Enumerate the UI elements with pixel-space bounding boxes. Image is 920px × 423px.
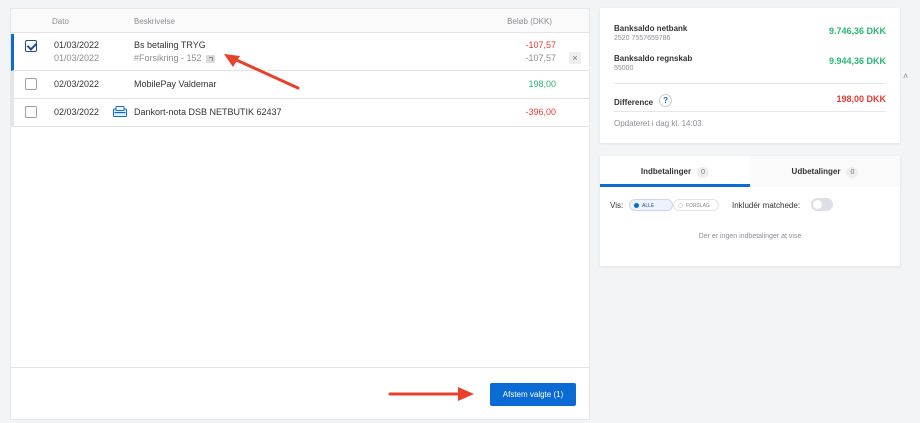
row-sub-amount: -107,57 bbox=[525, 53, 556, 63]
radio-dot-icon bbox=[678, 203, 683, 209]
row-date: 02/03/2022 bbox=[54, 107, 100, 117]
tab-label: Udbetalinger bbox=[791, 167, 841, 176]
ledger-balance-row: Banksaldo regnskab 55000 9.944,36 DKK bbox=[614, 54, 886, 72]
updated-timestamp: Opdateret i dag kl. 14:03. bbox=[614, 119, 704, 128]
ledger-balance-value: 9.944,36 DKK bbox=[828, 56, 886, 66]
filter-option-label: FORSLAG bbox=[686, 203, 710, 209]
table-row[interactable]: 02/03/2022 Dankort-nota DSB NETBUTIK 624… bbox=[11, 99, 589, 127]
unmatch-close-icon[interactable]: × bbox=[569, 52, 581, 64]
filter-option-label: ALLE bbox=[642, 203, 655, 209]
radio-dot-icon bbox=[634, 203, 639, 209]
row-description: Bs betaling TRYG bbox=[134, 40, 206, 50]
balance-card: Banksaldo netbank 2520 7557659786 9.746,… bbox=[600, 8, 900, 143]
difference-value: 198,00 DKK bbox=[836, 94, 886, 104]
empty-state-message: Der er ingen indbetalinger at vise bbox=[698, 233, 802, 240]
card-icon bbox=[113, 106, 127, 117]
ledger-account-number: 55000 bbox=[614, 65, 634, 72]
reconcile-selected-button[interactable]: Afstem valgte (1) bbox=[490, 383, 576, 406]
column-header-date: Dato bbox=[52, 17, 69, 26]
payments-card: Indbetalinger 0 Udbetalinger 0 Vis: ALLE F… bbox=[600, 156, 900, 266]
annotation-arrow-icon bbox=[224, 54, 300, 90]
table-header: Dato Beskrivelse Beløb (DKK) bbox=[11, 9, 589, 33]
row-amount: 198,00 bbox=[528, 79, 556, 89]
help-icon[interactable]: ? bbox=[659, 94, 673, 108]
column-header-amount: Beløb (DKK) bbox=[507, 17, 552, 26]
difference-label: Difference bbox=[614, 98, 654, 107]
filter-option-suggestions[interactable]: FORSLAG bbox=[673, 199, 719, 211]
row-description: MobilePay Valdemar bbox=[134, 79, 217, 89]
bank-balance-row: Banksaldo netbank 2520 7557659786 9.746,… bbox=[614, 24, 886, 42]
tab-label: Indbetalinger bbox=[640, 167, 692, 176]
row-category-tag: #Forsikring - 152 bbox=[134, 53, 202, 63]
bank-account-number: 2520 7557659786 bbox=[614, 35, 671, 42]
row-date: 02/03/2022 bbox=[54, 79, 100, 89]
row-sub-date: 01/03/2022 bbox=[54, 53, 100, 63]
tab-withdrawals[interactable]: Udbetalinger 0 bbox=[750, 156, 900, 187]
bank-balance-value: 9.746,36 DKK bbox=[828, 26, 886, 36]
row-amount: -396,00 bbox=[525, 107, 556, 117]
annotation-arrow-icon bbox=[388, 387, 474, 401]
row-checkbox[interactable] bbox=[25, 106, 37, 118]
row-sub-description: #Forsikring - 152 bbox=[134, 53, 215, 63]
open-link-icon[interactable] bbox=[205, 54, 215, 63]
row-amount: -107,57 bbox=[525, 40, 556, 50]
include-matched-toggle[interactable] bbox=[811, 198, 833, 211]
count-badge: 0 bbox=[697, 167, 710, 178]
include-matched-label: Inkludér matchede: bbox=[732, 201, 801, 210]
row-date: 01/03/2022 bbox=[54, 40, 100, 50]
difference-row: Difference? 198,00 DKK bbox=[614, 92, 886, 110]
chevron-up-icon[interactable]: ˄ bbox=[903, 71, 908, 81]
count-badge: 0 bbox=[846, 167, 859, 178]
filter-option-all[interactable]: ALLE bbox=[629, 199, 673, 211]
divider bbox=[614, 111, 886, 112]
row-description: Dankort-nota DSB NETBUTIK 62437 bbox=[134, 107, 282, 117]
divider bbox=[614, 83, 886, 84]
panel-footer: Afstem valgte (1) bbox=[11, 367, 589, 419]
row-checkbox[interactable] bbox=[25, 78, 37, 90]
row-checkbox[interactable] bbox=[25, 40, 37, 52]
column-header-description: Beskrivelse bbox=[134, 17, 175, 26]
filter-label: Vis: bbox=[610, 201, 624, 210]
tab-deposits[interactable]: Indbetalinger 0 bbox=[600, 156, 750, 187]
